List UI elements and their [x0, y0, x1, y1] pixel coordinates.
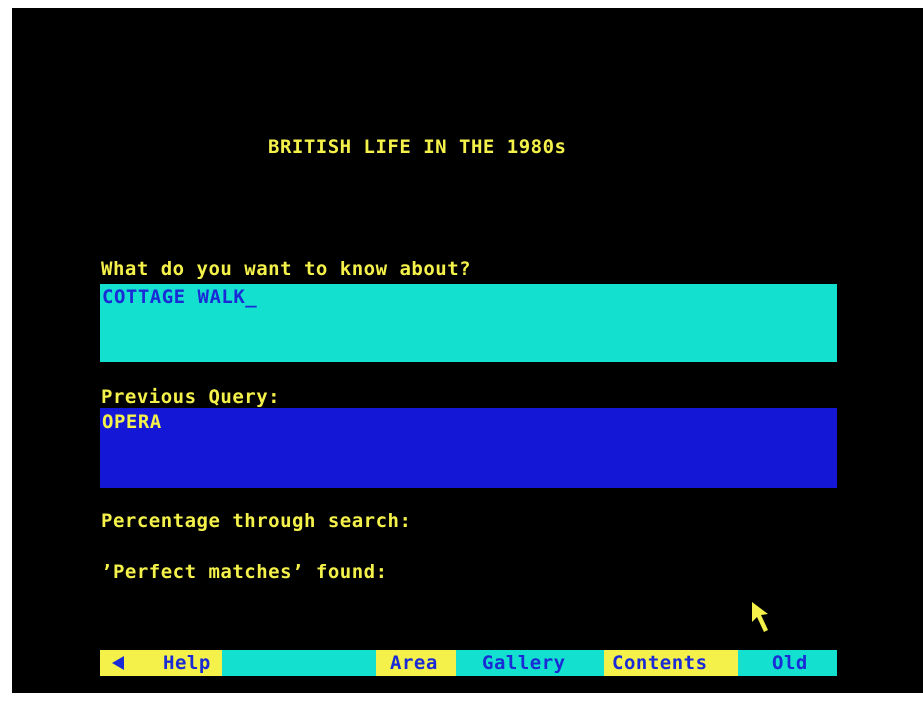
text-cursor: _	[245, 286, 258, 308]
arrow-pointer-icon	[748, 600, 776, 636]
help-button[interactable]: Help	[160, 650, 222, 676]
perfect-matches-label: ’Perfect matches’ found:	[101, 561, 388, 583]
query-input[interactable]: COTTAGE WALK_	[100, 284, 837, 362]
area-button[interactable]: Area	[376, 650, 456, 676]
query-input-value: COTTAGE WALK	[102, 286, 246, 308]
previous-query-label: Previous Query:	[101, 386, 281, 408]
previous-query-value: OPERA	[102, 411, 162, 433]
left-arrow-icon	[112, 656, 124, 670]
old-button[interactable]: Old	[752, 650, 837, 676]
previous-query-box: OPERA	[100, 408, 837, 488]
page-title: BRITISH LIFE IN THE 1980s	[268, 136, 567, 158]
gallery-button[interactable]: Gallery	[476, 650, 594, 676]
back-button[interactable]	[100, 650, 160, 676]
contents-button[interactable]: Contents	[604, 650, 738, 676]
menu-bar: Help Area Gallery Contents Old	[100, 650, 837, 676]
percentage-label: Percentage through search:	[101, 510, 412, 532]
query-label: What do you want to know about?	[101, 258, 472, 280]
